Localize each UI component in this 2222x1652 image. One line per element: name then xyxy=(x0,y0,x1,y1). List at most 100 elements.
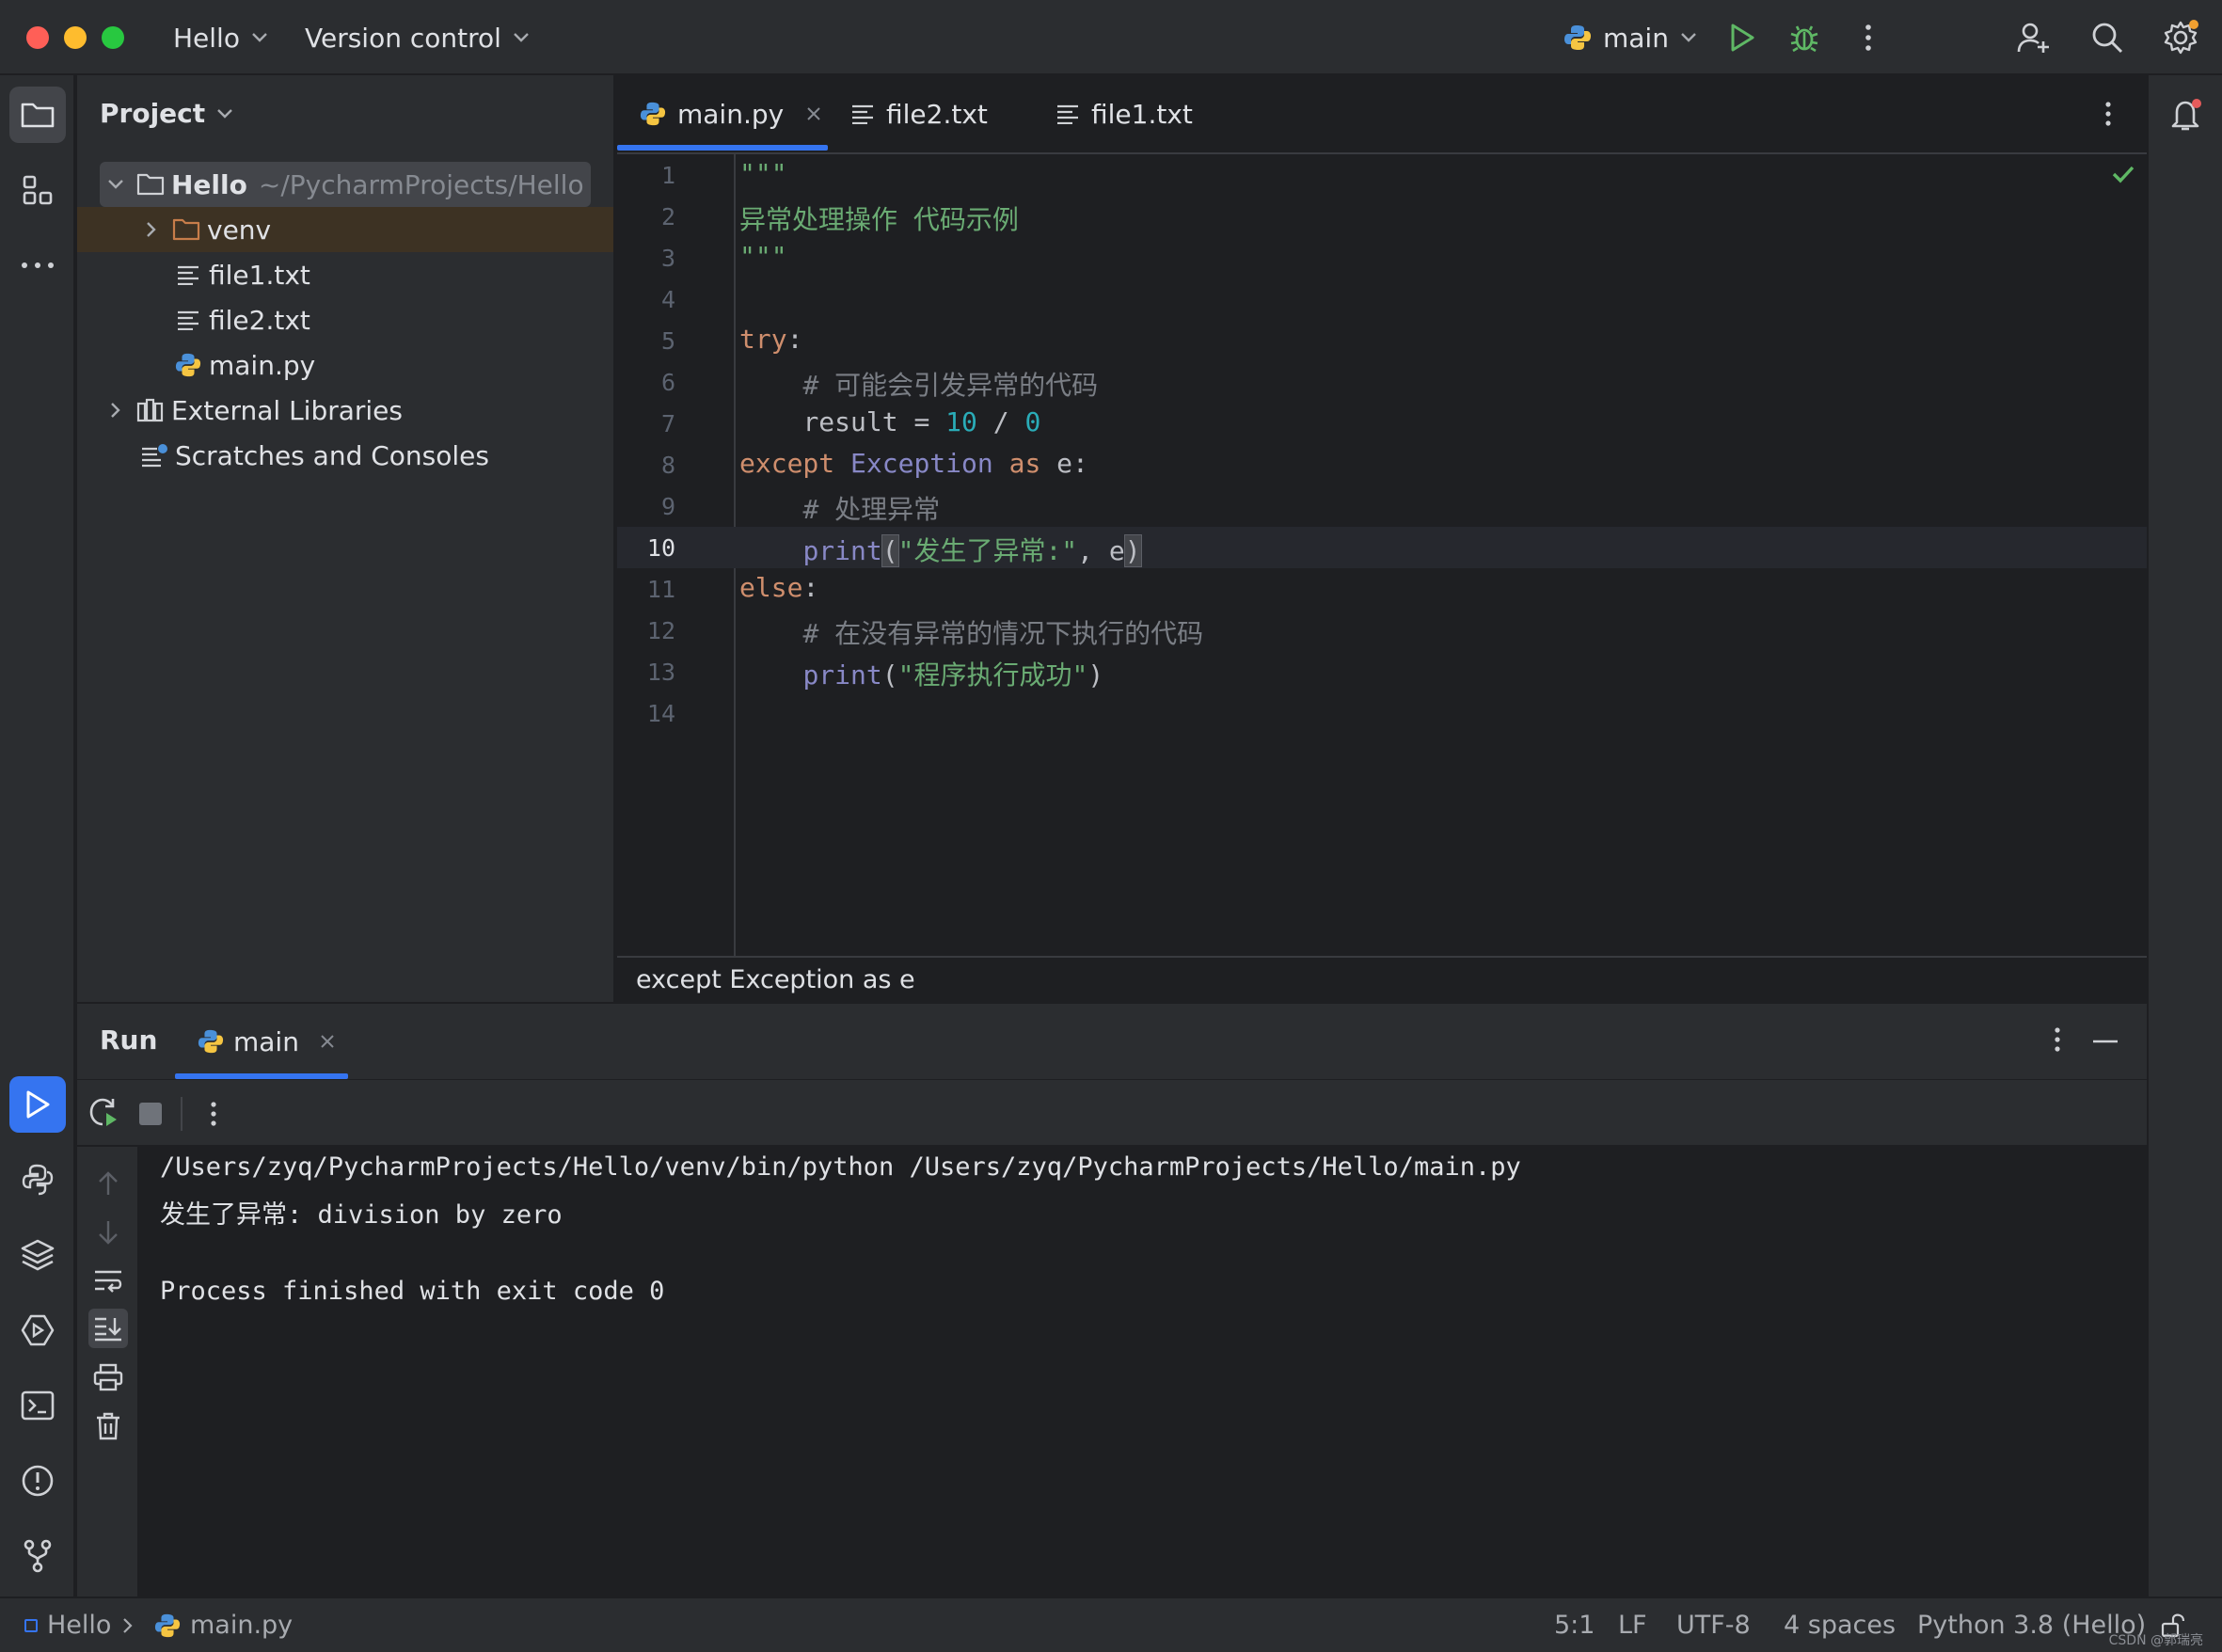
tab-options-button[interactable] xyxy=(2103,75,2113,152)
text-file-icon xyxy=(171,303,205,337)
code-editor[interactable]: 1 """ 2 异常处理操作 代码示例 3 """ 4 5 try: 6 # 可… xyxy=(617,154,2147,956)
line-number: 6 xyxy=(660,369,675,396)
file-encoding[interactable]: UTF-8 xyxy=(1676,1598,1751,1652)
run-tab-main[interactable]: main xyxy=(198,1021,335,1062)
run-icon[interactable] xyxy=(1722,17,1763,58)
tree-item-label: main.py xyxy=(209,349,316,381)
run-panel-title: Run xyxy=(100,1025,158,1056)
close-window-button[interactable] xyxy=(26,26,49,49)
tab-label: file2.txt xyxy=(886,98,988,130)
debug-icon[interactable] xyxy=(1784,17,1825,58)
tree-item-file1[interactable]: file1.txt xyxy=(77,252,613,297)
git-branch-icon xyxy=(22,1538,54,1574)
stop-icon[interactable] xyxy=(139,1103,162,1125)
line-number: 7 xyxy=(660,410,675,437)
more-tools-button[interactable] xyxy=(9,237,66,294)
line-number: 5 xyxy=(660,327,675,355)
line-number: 10 xyxy=(646,534,675,562)
minimize-panel-icon[interactable] xyxy=(2092,1040,2119,1043)
tree-item-external-libraries[interactable]: External Libraries xyxy=(77,388,613,433)
project-tool-button[interactable] xyxy=(9,87,66,143)
folder-icon xyxy=(134,167,167,201)
project-panel: Project Hello ~/PycharmProjects/Hello ve… xyxy=(77,75,615,1002)
more-actions-icon[interactable] xyxy=(209,1101,218,1127)
more-actions-icon[interactable] xyxy=(2053,1026,2062,1053)
chevron-down-icon xyxy=(513,32,530,43)
python-file-icon xyxy=(640,101,666,127)
line-number: 4 xyxy=(660,286,675,313)
settings-gear-icon[interactable] xyxy=(2160,17,2201,58)
code-line: 6 # 可能会引发异常的代码 xyxy=(617,361,2147,403)
line-separator[interactable]: LF xyxy=(1618,1598,1647,1652)
services-icon xyxy=(20,1313,56,1347)
python-packages-button[interactable] xyxy=(9,1227,66,1283)
python-file-icon xyxy=(171,348,205,382)
soft-wrap-icon[interactable] xyxy=(88,1262,128,1301)
maximize-window-button[interactable] xyxy=(102,26,124,49)
run-tool-button[interactable] xyxy=(9,1076,66,1133)
scroll-to-end-icon[interactable] xyxy=(88,1309,128,1348)
rerun-icon[interactable] xyxy=(87,1095,120,1129)
tree-item-scratches[interactable]: Scratches and Consoles xyxy=(77,433,613,478)
status-bar: Hello main.py 5:1 LF UTF-8 4 spaces Pyth… xyxy=(0,1596,2222,1652)
active-tab-indicator xyxy=(617,145,828,151)
code-comment: # 处理异常 xyxy=(802,494,941,525)
line-number: 14 xyxy=(646,700,675,727)
tree-item-hello[interactable]: Hello ~/PycharmProjects/Hello xyxy=(77,162,613,207)
indent-setting[interactable]: 4 spaces xyxy=(1784,1598,1896,1652)
minimize-window-button[interactable] xyxy=(64,26,87,49)
services-button[interactable] xyxy=(9,1302,66,1358)
run-config-selector[interactable]: main xyxy=(1563,0,1697,75)
git-button[interactable] xyxy=(9,1528,66,1584)
search-icon[interactable] xyxy=(2087,17,2128,58)
tree-item-venv[interactable]: venv xyxy=(77,207,613,252)
structure-icon xyxy=(22,174,54,206)
caret-position[interactable]: 5:1 xyxy=(1554,1598,1595,1652)
status-crumb-file[interactable]: main.py xyxy=(154,1598,293,1652)
library-icon xyxy=(134,393,167,427)
add-user-icon[interactable] xyxy=(2013,17,2055,58)
console-side-toolbar xyxy=(77,1147,137,1598)
more-actions-icon[interactable] xyxy=(1848,17,1889,58)
chevron-down-icon[interactable] xyxy=(102,179,130,190)
code-builtin: Exception xyxy=(850,448,993,479)
status-crumb-project[interactable]: Hello xyxy=(24,1598,111,1652)
tree-item-file2[interactable]: file2.txt xyxy=(77,297,613,342)
bell-icon xyxy=(2167,96,2205,134)
chevron-right-icon[interactable] xyxy=(102,402,130,419)
line-number: 2 xyxy=(660,203,675,230)
console-line: Process finished with exit code 0 xyxy=(160,1277,665,1306)
close-icon[interactable] xyxy=(806,106,821,121)
code-line: 12 # 在没有异常的情况下执行的代码 xyxy=(617,610,2147,651)
chevron-down-icon xyxy=(251,32,268,43)
python-console-button[interactable] xyxy=(9,1152,66,1208)
close-icon[interactable] xyxy=(320,1034,335,1049)
code-text: 异常处理操作 代码示例 xyxy=(739,204,1019,235)
trash-icon[interactable] xyxy=(88,1406,128,1446)
project-panel-header[interactable]: Project xyxy=(100,98,233,129)
code-line: 14 xyxy=(617,692,2147,734)
tab-file2-txt[interactable]: file2.txt xyxy=(850,75,988,152)
code-comment: # 在没有异常的情况下执行的代码 xyxy=(802,618,1204,649)
tab-main-py[interactable]: main.py xyxy=(640,75,821,152)
code-line: 13 print("程序执行成功") xyxy=(617,651,2147,692)
terminal-button[interactable] xyxy=(9,1377,66,1434)
arrow-up-icon[interactable] xyxy=(88,1164,128,1203)
tab-file1-txt[interactable]: file1.txt xyxy=(1055,75,1193,152)
status-crumb-label: main.py xyxy=(190,1611,294,1640)
tab-label: main.py xyxy=(677,98,785,130)
structure-tool-button[interactable] xyxy=(9,162,66,218)
print-icon[interactable] xyxy=(88,1358,128,1397)
run-panel: Run main /Users/zyq/PycharmProjects/Hell… xyxy=(77,1002,2147,1598)
code-text: , e xyxy=(1077,535,1125,566)
chevron-right-icon[interactable] xyxy=(137,221,166,238)
arrow-down-icon[interactable] xyxy=(88,1213,128,1252)
notifications-button[interactable] xyxy=(2158,87,2214,143)
editor-breadcrumb[interactable]: except Exception as e xyxy=(617,956,2147,1002)
problems-button[interactable] xyxy=(9,1453,66,1509)
project-switcher[interactable]: Hello xyxy=(173,0,268,75)
tree-item-main-py[interactable]: main.py xyxy=(77,342,613,388)
vcs-menu[interactable]: Version control xyxy=(305,0,530,75)
code-line: 1 """ xyxy=(617,154,2147,196)
line-number: 11 xyxy=(646,576,675,603)
